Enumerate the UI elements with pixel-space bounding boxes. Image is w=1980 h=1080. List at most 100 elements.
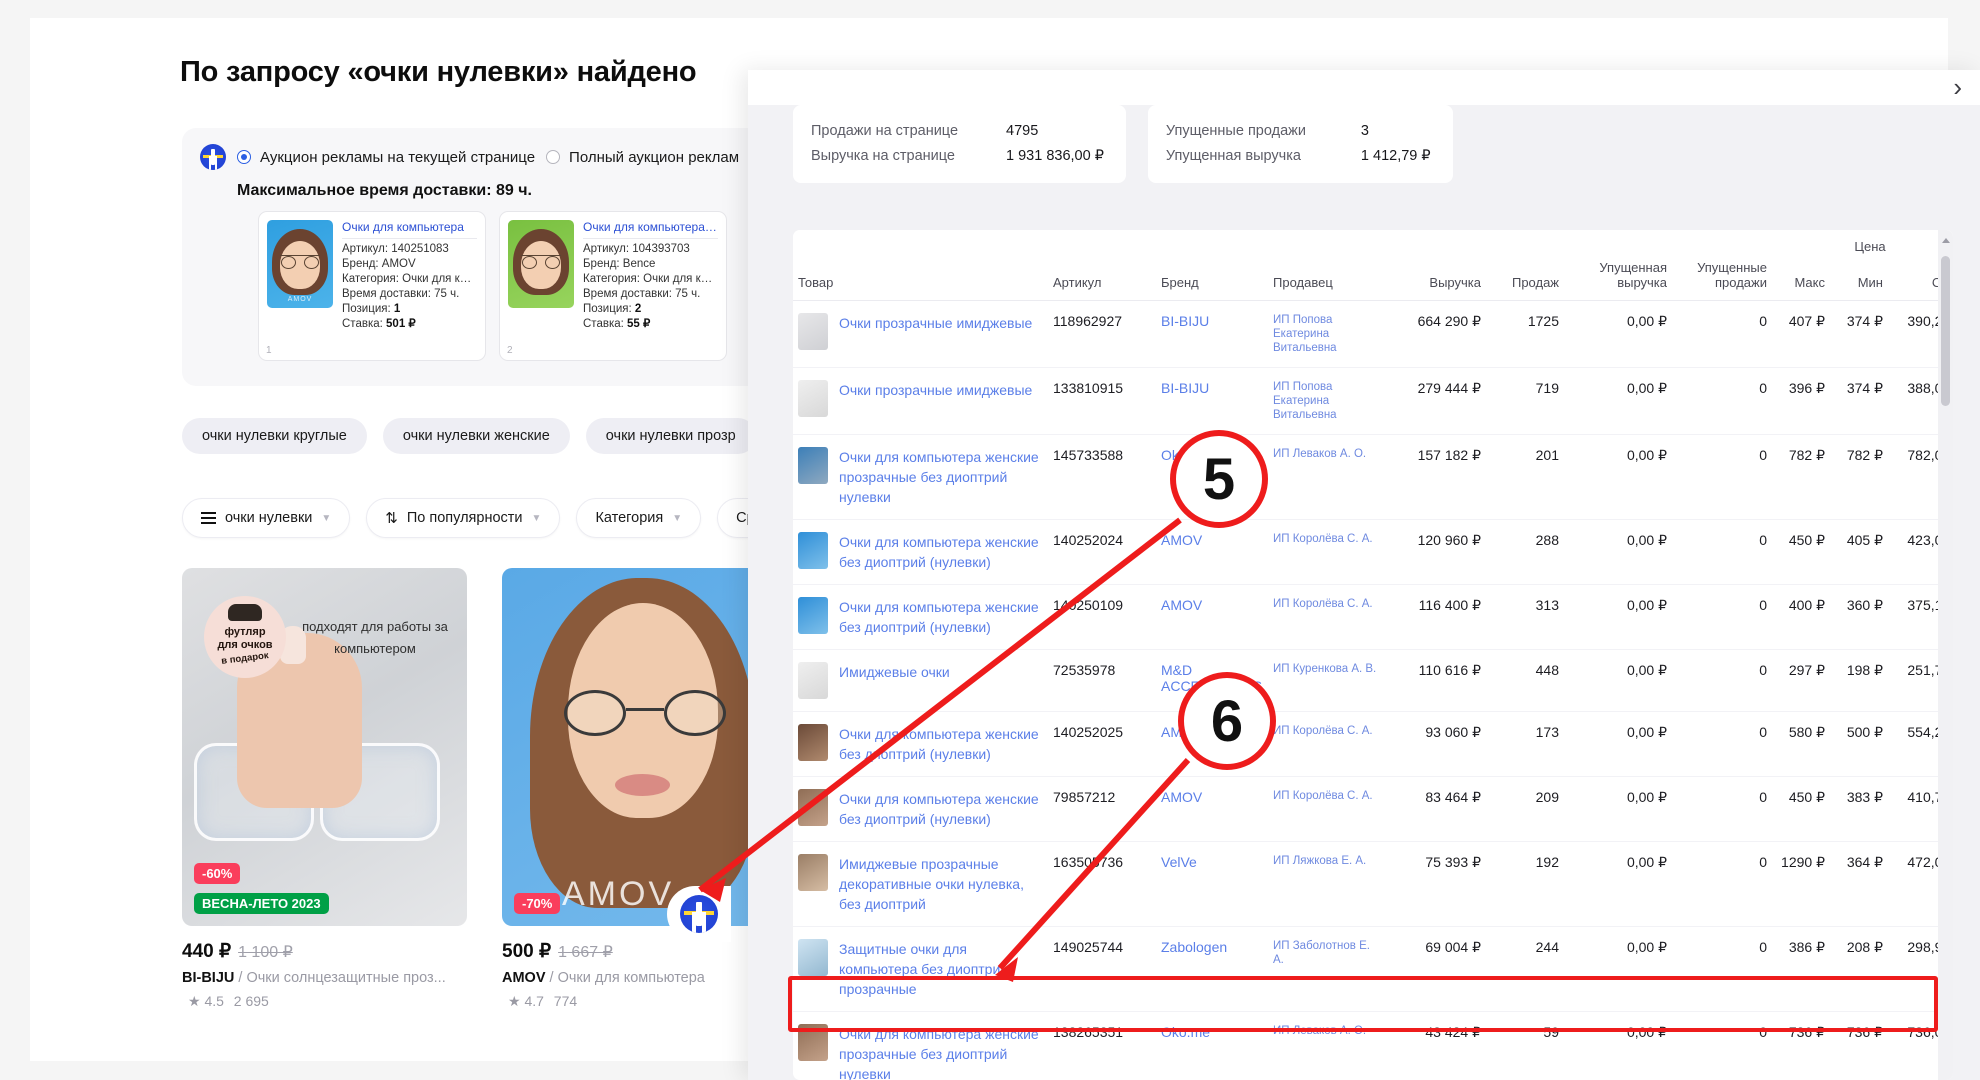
- cell-seller[interactable]: ИП Попова Екатерина Витальевна: [1268, 300, 1388, 368]
- product-link[interactable]: Очки для компьютера женские без диоптрий…: [839, 724, 1043, 764]
- product-price-old: 1 100 ₽: [238, 944, 293, 961]
- cell-brand[interactable]: AMOV: [1156, 776, 1268, 842]
- cell-seller[interactable]: ИП Попова Екатерина Витальевна: [1268, 367, 1388, 435]
- product-image-caption: подходят для работы за компьютером: [302, 619, 448, 656]
- product-card[interactable]: футляр для очков в подарок подходят для …: [182, 568, 467, 1010]
- panel-header: [748, 70, 1980, 105]
- table-scrollbar[interactable]: [1938, 230, 1953, 1080]
- cell-seller[interactable]: ИП Королёва С. А.: [1268, 776, 1388, 842]
- cell-brand[interactable]: Oko.me: [1156, 1011, 1268, 1080]
- table-row[interactable]: Защитные очки для компьютера без диоптри…: [793, 926, 1953, 1012]
- query-chip[interactable]: очки нулевки женские: [382, 418, 570, 454]
- col-seller[interactable]: Продавец: [1268, 254, 1388, 301]
- table-row[interactable]: Очки для компьютера женские без диоптрий…: [793, 519, 1953, 585]
- product-link[interactable]: Защитные очки для компьютера без диоптри…: [839, 939, 1043, 999]
- cell-article: 118962927: [1048, 300, 1156, 368]
- cell-seller[interactable]: ИП Королёва С. А.: [1268, 711, 1388, 777]
- product-thumbnail: [798, 380, 828, 417]
- cell-lost-revenue: 0,00 ₽: [1564, 711, 1672, 777]
- table-row[interactable]: Очки прозрачные имиджевые 118962927 BI-BIJ…: [793, 300, 1953, 368]
- cell-brand[interactable]: VelVe: [1156, 841, 1268, 927]
- ad-card[interactable]: AMOV Очки для компьютера Артикул: 140251…: [258, 211, 486, 361]
- col-article[interactable]: Артикул: [1048, 254, 1156, 301]
- cell-brand[interactable]: AMOV: [1156, 519, 1268, 585]
- product-image[interactable]: футляр для очков в подарок подходят для …: [182, 568, 467, 926]
- product-link[interactable]: Очки для компьютера женские без диоптрий…: [839, 597, 1043, 637]
- cell-brand[interactable]: AMOV: [1156, 584, 1268, 650]
- extension-badge-button[interactable]: [667, 886, 731, 942]
- table-row[interactable]: Очки для компьютера женские прозрачные б…: [793, 434, 1953, 520]
- product-link[interactable]: Очки прозрачные имиджевые: [839, 380, 1032, 400]
- product-link[interactable]: Очки для компьютера женские без диоптрий…: [839, 789, 1043, 829]
- query-chip[interactable]: очки нулевки круглые: [182, 418, 367, 454]
- category-filter-button[interactable]: Категория ▼: [576, 498, 702, 538]
- cell-seller[interactable]: ИП Заболотнов Е. А.: [1268, 926, 1388, 1012]
- product-link[interactable]: Имиджевые очки: [839, 662, 950, 682]
- table-row[interactable]: Очки для компьютера женские без диоптрий…: [793, 776, 1953, 842]
- scroll-up-arrow-icon[interactable]: [1942, 238, 1950, 243]
- product-link[interactable]: Имиджевые прозрачные декоративные очки н…: [839, 854, 1043, 914]
- product-link[interactable]: Очки для компьютера женские прозрачные б…: [839, 1024, 1043, 1080]
- product-image[interactable]: AMOV -70%: [502, 568, 787, 926]
- ad-card-title[interactable]: Очки для компьютера: [342, 220, 477, 239]
- cell-price-max: 386 ₽: [1772, 926, 1830, 1012]
- table-row[interactable]: Очки для компьютера женские без диоптрий…: [793, 711, 1953, 777]
- sort-button[interactable]: ⇅ По популярности ▼: [366, 498, 561, 538]
- kpi-row: Продажи на странице 4795: [811, 119, 1104, 144]
- product-thumbnail: [798, 789, 828, 826]
- product-description: BI-BIJU / Очки солнцезащитные проз...: [182, 970, 467, 986]
- col-lost-sales[interactable]: Упущенные продажи: [1672, 254, 1772, 301]
- cell-lost-sales: 0: [1672, 711, 1772, 777]
- auction-option-current[interactable]: Аукцион рекламы на текущей странице: [237, 149, 535, 166]
- scrollbar-thumb[interactable]: [1941, 256, 1950, 406]
- table-row[interactable]: Очки для компьютера женские без диоптрий…: [793, 584, 1953, 650]
- col-sales[interactable]: Продаж: [1486, 254, 1564, 301]
- product-link[interactable]: Очки прозрачные имиджевые: [839, 313, 1032, 333]
- cell-brand[interactable]: Zabologen: [1156, 926, 1268, 1012]
- ad-card-delivery: Время доставки: 75 ч.: [583, 288, 701, 300]
- col-lost-revenue[interactable]: Упущенная выручка: [1564, 254, 1672, 301]
- cell-seller[interactable]: ИП Королёва С. А.: [1268, 584, 1388, 650]
- col-lost-revenue-line1: Упущенная: [1599, 260, 1667, 275]
- table-row[interactable]: Имиджевые очки72535978M&D ACCESSORIESИП …: [793, 649, 1953, 712]
- cell-seller[interactable]: ИП Леваков А. О.: [1268, 434, 1388, 520]
- annotation-marker-6: 6: [1178, 672, 1276, 770]
- chevron-right-icon[interactable]: ›: [1953, 74, 1962, 100]
- product-link[interactable]: Очки для компьютера женские прозрачные б…: [839, 447, 1043, 507]
- col-brand[interactable]: Бренд: [1156, 254, 1268, 301]
- product-price-current: 500 ₽: [502, 941, 552, 962]
- cell-article: 145733588: [1048, 434, 1156, 520]
- table-row[interactable]: Очки прозрачные имиджевые 133810915 BI-BIJ…: [793, 367, 1953, 435]
- cell-article: 140252024: [1048, 519, 1156, 585]
- col-price-max[interactable]: Макс: [1772, 254, 1830, 301]
- discount-badge: -60%: [194, 863, 241, 884]
- product-link[interactable]: Очки для компьютера женские без диоптрий…: [839, 532, 1043, 572]
- cell-seller[interactable]: ИП Ляжкова Е. А.: [1268, 841, 1388, 927]
- ad-card-title[interactable]: Очки для компьютера, ко...: [583, 220, 718, 239]
- radio-full-auction[interactable]: [546, 150, 561, 164]
- cell-sales: 173: [1486, 711, 1564, 777]
- col-price-min[interactable]: Мин: [1830, 254, 1888, 301]
- col-product[interactable]: Товар: [793, 254, 1048, 301]
- ad-card[interactable]: Очки для компьютера, ко... Артикул: 1043…: [499, 211, 727, 361]
- table-row[interactable]: Имиджевые прозрачные декоративные очки н…: [793, 841, 1953, 927]
- cell-price-max: 400 ₽: [1772, 584, 1830, 650]
- table-row[interactable]: Очки для компьютера женские прозрачные б…: [793, 1011, 1953, 1080]
- cell-product: Очки для компьютера женские прозрачные б…: [793, 434, 1048, 520]
- cell-seller[interactable]: ИП Королёва С. А.: [1268, 519, 1388, 585]
- brand-watermark: AMOV: [562, 875, 675, 913]
- cell-seller[interactable]: ИП Леваков А. О.: [1268, 1011, 1388, 1080]
- product-card[interactable]: AMOV -70% 500 ₽ 1 667 ₽ AMOV / Очки для к…: [502, 568, 787, 1010]
- cell-price-max: 736 ₽: [1772, 1011, 1830, 1080]
- cell-brand[interactable]: BI-BIJU: [1156, 300, 1268, 368]
- radio-current-page[interactable]: [237, 150, 251, 164]
- auction-option-full[interactable]: Полный аукцион реклам: [546, 149, 739, 166]
- ad-card-position-value: 1: [393, 303, 401, 315]
- filter-query-button[interactable]: очки нулевки ▼: [182, 498, 351, 538]
- cell-brand[interactable]: BI-BIJU: [1156, 367, 1268, 435]
- cell-seller[interactable]: ИП Куренкова А. В.: [1268, 649, 1388, 712]
- cell-sales: 1725: [1486, 300, 1564, 368]
- cell-revenue: 664 290 ₽: [1388, 300, 1486, 368]
- col-revenue[interactable]: Выручка: [1388, 254, 1486, 301]
- query-chip[interactable]: очки нулевки прозр: [585, 418, 756, 454]
